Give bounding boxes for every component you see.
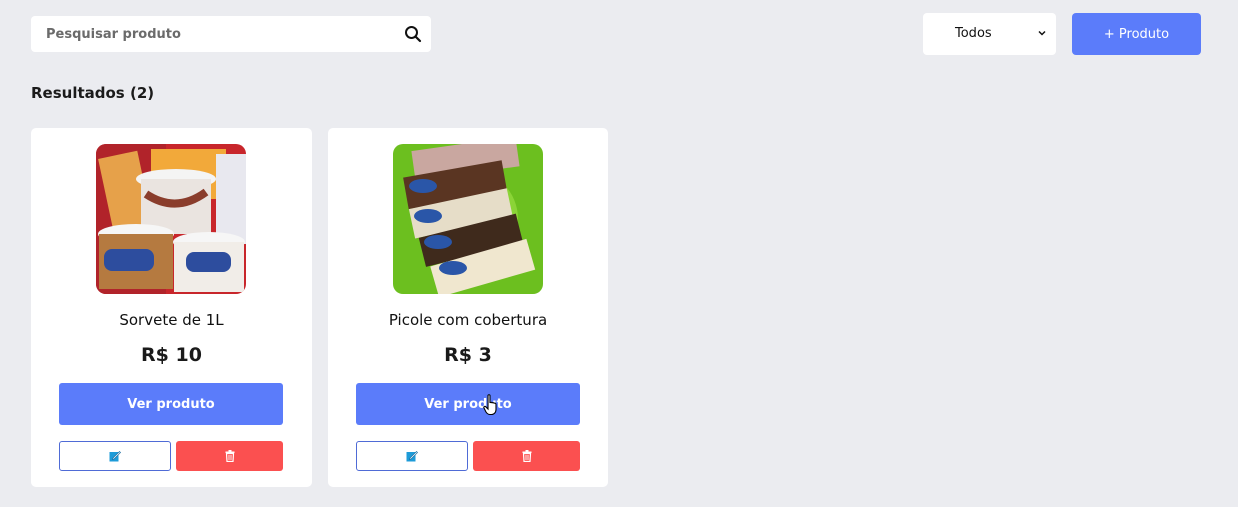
product-card: Picole com cobertura R$ 3 Ver produto	[328, 128, 608, 487]
product-name: Sorvete de 1L	[119, 311, 224, 329]
product-image	[96, 144, 246, 294]
view-product-button[interactable]: Ver produto	[59, 383, 283, 425]
results-title: Resultados (2)	[31, 84, 155, 102]
category-select-value: Todos	[955, 26, 992, 41]
edit-icon	[406, 451, 418, 462]
edit-button[interactable]	[59, 441, 171, 471]
chevron-down-icon	[1038, 30, 1046, 36]
add-product-button[interactable]: + Produto	[1072, 13, 1201, 55]
product-card: Sorvete de 1L R$ 10 Ver produto	[31, 128, 312, 487]
edit-button[interactable]	[356, 441, 468, 471]
view-product-button[interactable]: Ver produto	[356, 383, 580, 425]
trash-icon	[225, 450, 234, 462]
delete-button[interactable]	[473, 441, 580, 471]
product-price: R$ 3	[444, 344, 492, 366]
search-input[interactable]	[31, 16, 391, 52]
product-image	[393, 144, 543, 294]
search-bar	[31, 16, 431, 52]
trash-icon	[522, 450, 531, 462]
product-price: R$ 10	[141, 344, 202, 366]
search-icon[interactable]	[404, 25, 422, 43]
category-select[interactable]: Todos	[923, 13, 1056, 55]
delete-button[interactable]	[176, 441, 283, 471]
product-name: Picole com cobertura	[388, 311, 548, 329]
edit-icon	[109, 451, 121, 462]
